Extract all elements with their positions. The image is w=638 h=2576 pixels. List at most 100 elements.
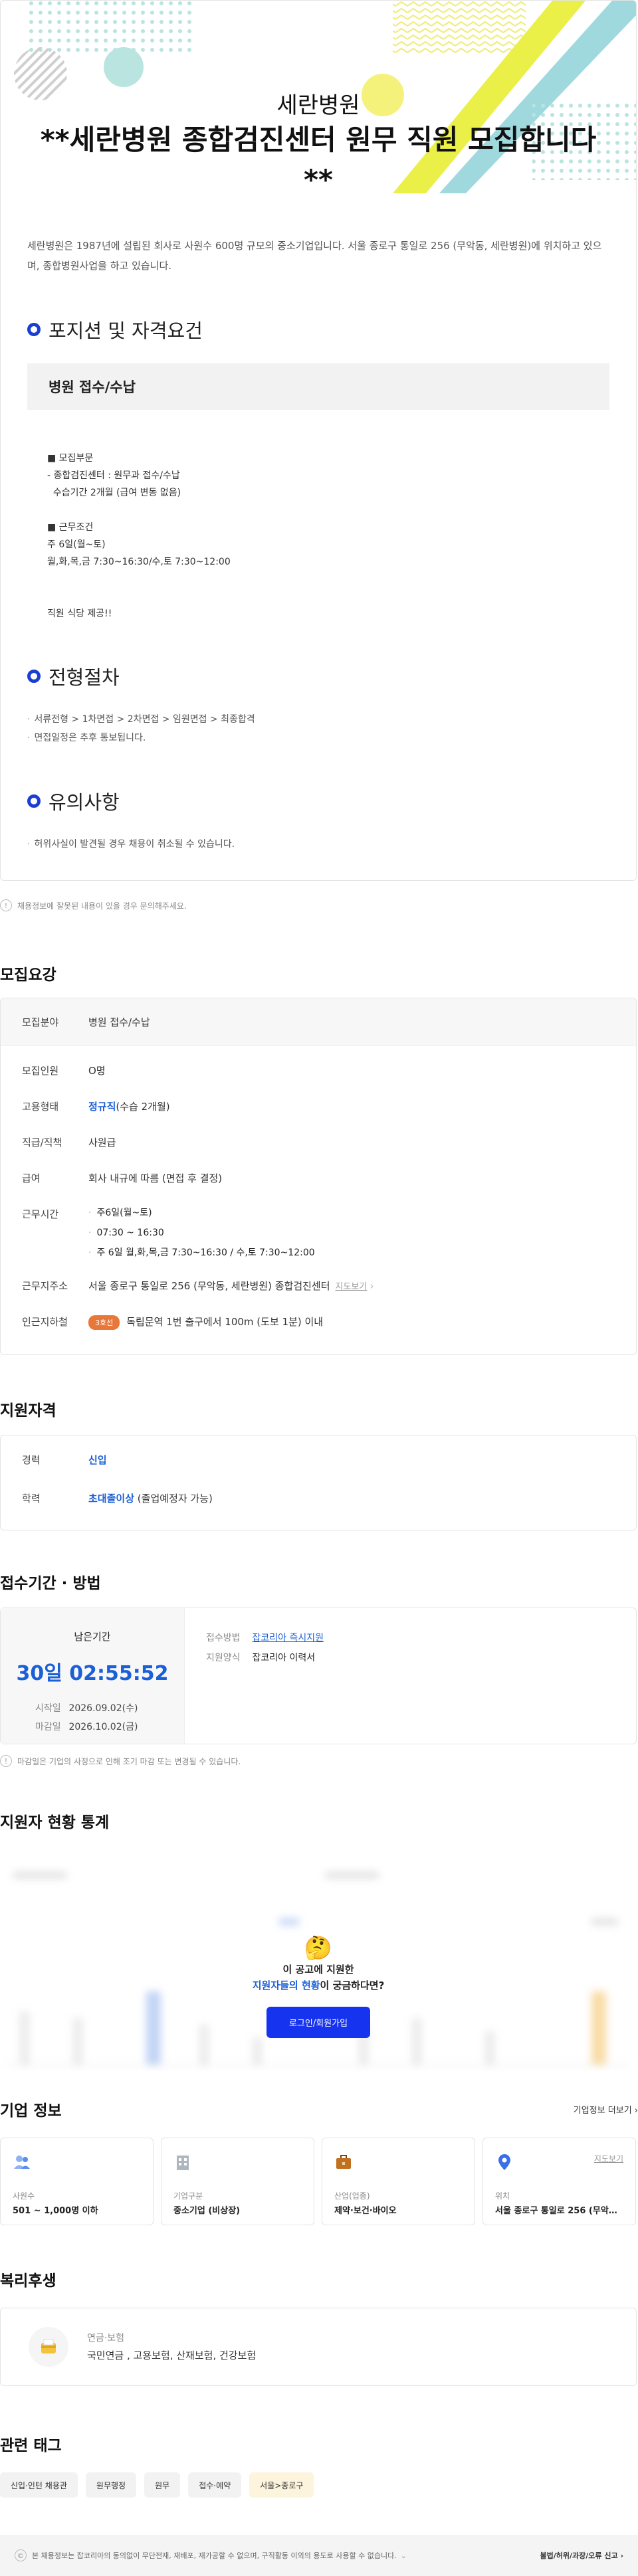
company-heading: 기업 정보	[0, 2102, 62, 2120]
hours-list: 주6일(월~토) 07:30 ~ 16:30 주 6일 월,화,목,금 7:30…	[88, 1203, 315, 1263]
section-title: 유의사항	[49, 791, 120, 814]
row-value: 독립문역 1번 출구에서 100m (도보 1분) 이내	[126, 1316, 324, 1328]
tag-chip[interactable]: 신입·인턴 채용관	[0, 2472, 78, 2498]
note-text[interactable]: 채용정보에 잘못된 내용이 있을 경우 문의해주세요.	[17, 900, 187, 911]
tag-chip[interactable]: 원무행정	[85, 2472, 137, 2498]
qualification-heading: 지원자격	[0, 1402, 56, 1420]
education-level: 초대졸이상	[88, 1493, 135, 1505]
summary-row: 직급/직책 사원급	[1, 1135, 636, 1171]
chevron-right-icon: ›	[620, 2551, 623, 2560]
report-error-note: ! 채용정보에 잘못된 내용이 있을 경우 문의해주세요.	[0, 899, 638, 911]
row-value: 회사 내규에 따름 (면접 후 결정)	[88, 1172, 223, 1184]
row-label: 급여	[22, 1172, 41, 1184]
row-value: 신입	[88, 1454, 107, 1466]
qualification-box: 경력 신입 학력 초대졸이상 (졸업예정자 가능)	[0, 1435, 637, 1530]
summary-row-hours: 근무시간 주6일(월~토) 07:30 ~ 16:30 주 6일 월,화,목,금…	[1, 1207, 636, 1279]
map-link[interactable]: 지도보기	[594, 2153, 623, 2164]
apply-now-link[interactable]: 잡코리아 즉시지원	[253, 1633, 324, 1643]
welfare-heading: 복리후생	[0, 2272, 56, 2290]
req-line: ■ 근무조건	[47, 522, 94, 533]
job-posting-detail: 세란병원 **세란병원 종합검진센터 원무 직원 모집합니다** 세란병원은 1…	[0, 0, 637, 881]
summary-row: 급여 회사 내규에 따름 (면접 후 결정)	[1, 1171, 636, 1207]
company-name: 세란병원	[276, 92, 360, 119]
copyright-footer: © 본 채용정보는 잡코리아의 동의없이 무단전재, 재배포, 재가공할 수 없…	[0, 2535, 638, 2576]
summary-row: 모집인원 O명	[1, 1063, 636, 1099]
chevron-right-icon: ›	[370, 1280, 374, 1292]
row-label: 모집인원	[22, 1065, 59, 1077]
company-info-cards: 사원수 501 ~ 1,000명 이하 기업구분 중소기업 (비상장) 산업(업…	[0, 2138, 638, 2225]
tag-chip[interactable]: 접수·예약	[188, 2472, 242, 2498]
section-heading-notice: 유의사항	[27, 787, 609, 815]
list-item: 서류전형 > 1차면접 > 2차면접 > 임원면접 > 최종합격	[27, 710, 609, 729]
method-row: 접수방법 잡코리아 즉시지원	[206, 1628, 324, 1648]
row-label: 직급/직책	[22, 1137, 62, 1149]
report-link[interactable]: 불법/허위/과장/오류 신고 ›	[540, 2550, 623, 2561]
map-link[interactable]: 지도보기	[336, 1282, 368, 1292]
list-item: 주6일(월~토)	[88, 1203, 315, 1223]
report-text: 불법/허위/과장/오류 신고	[540, 2551, 618, 2560]
req-line: ■ 모집부문	[47, 453, 94, 464]
people-icon	[14, 2156, 30, 2169]
copyright-icon: ©	[15, 2549, 27, 2561]
card-value: 중소기업 (비상장)	[173, 2206, 241, 2216]
summary-row-subway: 인근지하철 3호선 독립문역 1번 출구에서 100m (도보 1분) 이내	[1, 1315, 636, 1354]
end-label: 마감일	[35, 1722, 61, 1732]
tag-list: 신입·인턴 채용관 원무행정 원무 접수·예약 서울>종로구	[0, 2472, 638, 2498]
login-signup-button[interactable]: 로그인/회원가입	[266, 2007, 371, 2038]
card-value: 501 ~ 1,000명 이하	[13, 2206, 98, 2216]
list-item: 면접일정은 추후 통보됩니다.	[27, 729, 609, 747]
row-value: 사원급	[88, 1137, 116, 1149]
tag-chip[interactable]: 서울>종로구	[249, 2472, 314, 2498]
deadline-note: ! 마감일은 기업의 사정으로 인해 조기 마감 또는 변경될 수 있습니다.	[0, 1755, 638, 1767]
card-value: 제약·보건·바이오	[334, 2206, 397, 2216]
method-label: 접수방법	[206, 1633, 241, 1643]
requirements-text: ■ 모집부문 - 종합검진센터 : 원무과 접수/수납 수습기간 2개월 (급여…	[47, 450, 636, 622]
countdown-timer: 30일 02:55:52	[16, 1662, 169, 1685]
bullet-ring-icon	[27, 794, 41, 808]
company-card-industry: 산업(업종) 제약·보건·바이오	[322, 2138, 475, 2225]
summary-row-address: 근무지주소 서울 종로구 통일로 256 (무악동, 세란병원) 종합검진센터 지…	[1, 1279, 636, 1315]
employment-type: 정규직	[88, 1101, 116, 1113]
prompt-line: 이 공고에 지원한	[282, 1964, 354, 1976]
tags-heading: 관련 태그	[0, 2437, 62, 2454]
stats-heading: 지원자 현황 통계	[0, 1814, 110, 1831]
card-label: 위치	[495, 2191, 510, 2201]
company-card-employees: 사원수 501 ~ 1,000명 이하	[0, 2138, 154, 2225]
company-more-link[interactable]: 기업정보 더보기 ›	[574, 2103, 638, 2116]
row-label: 근무지주소	[22, 1280, 68, 1292]
building-icon	[177, 2156, 189, 2170]
row-value: (졸업예정자 가능)	[137, 1493, 213, 1505]
recruit-summary-table: 모집분야 병원 접수/수납 모집인원 O명 고용형태 정규직(수습 2개월) 직…	[0, 998, 637, 1355]
company-intro: 세란병원은 1987년에 설립된 회사로 사원수 600명 규모의 중소기업입니…	[27, 240, 602, 272]
req-line: 월,화,목,금 7:30~16:30/수,토 7:30~12:00	[47, 557, 231, 567]
section-title: 전형절차	[49, 666, 120, 689]
row-value: O명	[88, 1065, 106, 1077]
welfare-box: 연금·보험 국민연금 , 고용보험, 산재보험, 건강보험	[0, 2308, 637, 2386]
pension-wallet-icon	[41, 2339, 56, 2353]
link-text: 기업정보 더보기	[573, 2105, 632, 2116]
method-panel: 접수방법 잡코리아 즉시지원 지원양식 잡코리아 이력서	[185, 1608, 324, 1744]
location-pin-icon	[498, 2154, 510, 2170]
date-range: 시작일 2026.09.02(수) 마감일 2026.10.02(금)	[35, 1699, 184, 1736]
process-list: 서류전형 > 1차면접 > 2차면접 > 임원면접 > 최종합격 면접일정은 추…	[27, 710, 609, 747]
company-heading-row: 기업 정보 기업정보 더보기 ›	[0, 2098, 638, 2120]
tag-chip[interactable]: 원무	[144, 2472, 181, 2498]
card-label: 기업구분	[173, 2191, 203, 2201]
card-label: 산업(업종)	[334, 2191, 370, 2201]
card-value: 서울 종로구 통일로 256 (무악동...	[495, 2206, 623, 2216]
briefcase-icon	[336, 2155, 351, 2169]
chevron-down-icon[interactable]: ⌄	[401, 2551, 407, 2560]
row-label: 인근지하철	[22, 1316, 68, 1328]
posting-title: **세란병원 종합검진센터 원무 직원 모집합니다**	[40, 124, 597, 193]
notice-text: 본 채용정보는 잡코리아의 동의없이 무단전재, 재배포, 재가공할 수 없으며…	[32, 2551, 397, 2560]
position-name-bar: 병원 접수/수납	[27, 363, 609, 410]
start-label: 시작일	[35, 1703, 61, 1714]
row-value: (수습 2개월)	[116, 1101, 170, 1113]
req-line: 주 6일(월~토)	[47, 539, 106, 550]
welfare-items: 국민연금 , 고용보험, 산재보험, 건강보험	[87, 2349, 257, 2361]
list-item: 07:30 ~ 16:30	[88, 1223, 315, 1243]
subway-line-badge: 3호선	[88, 1315, 120, 1330]
list-item: 주 6일 월,화,목,금 7:30~16:30 / 수,토 7:30~12:00	[88, 1243, 314, 1263]
login-prompt: 🤔 이 공고에 지원한 지원자들의 현황이 궁금하다면? 로그인/회원가입	[0, 1935, 637, 2038]
req-line: 직원 식당 제공!!	[47, 608, 112, 619]
